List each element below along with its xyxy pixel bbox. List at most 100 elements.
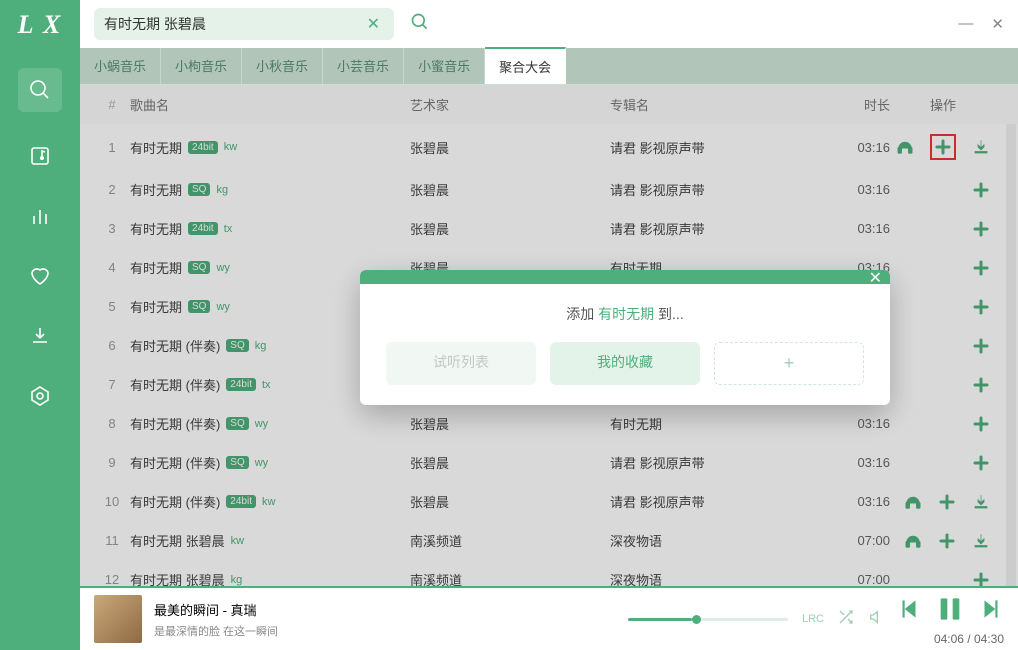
source-tabs: 小蜗音乐小枸音乐小秋音乐小芸音乐小蜜音乐聚合大会 (80, 48, 1018, 85)
volume-icon[interactable] (868, 609, 884, 630)
add-icon[interactable] (972, 337, 990, 355)
tab-5[interactable]: 聚合大会 (485, 47, 566, 84)
album-cover[interactable] (94, 595, 142, 643)
duration: 03:16 (820, 182, 890, 197)
tab-1[interactable]: 小枸音乐 (161, 48, 242, 84)
search-icon[interactable] (404, 12, 436, 37)
row-index: 8 (94, 416, 130, 431)
table-row[interactable]: 1有时无期24bitkw张碧晨请君 影视原声带03:16 (80, 124, 1018, 170)
artist-name: 南溪频道 (410, 531, 610, 550)
col-artist[interactable]: 艺术家 (410, 95, 610, 114)
artist-name: 张碧晨 (410, 492, 610, 511)
table-row[interactable]: 9有时无期 (伴奏)SQwy张碧晨请君 影视原声带03:16 (80, 443, 1018, 482)
table-row[interactable]: 10有时无期 (伴奏)24bitkw张碧晨请君 影视原声带03:16 (80, 482, 1018, 521)
download-icon[interactable] (972, 532, 990, 550)
album-name: 请君 影视原声带 (610, 453, 820, 472)
modal-close-icon[interactable]: ✕ (869, 268, 882, 288)
add-icon[interactable] (972, 220, 990, 238)
album-name: 请君 影视原声带 (610, 180, 820, 199)
nav-favorites[interactable] (24, 260, 56, 292)
tab-4[interactable]: 小蜜音乐 (404, 48, 485, 84)
window-close[interactable]: ✕ (991, 15, 1004, 33)
row-index: 6 (94, 338, 130, 353)
add-icon[interactable] (972, 181, 990, 199)
download-icon[interactable] (972, 138, 990, 156)
add-to-playlist-modal: ✕ 添加 有时无期 到... 试听列表 我的收藏 + (360, 270, 890, 405)
add-icon[interactable] (972, 454, 990, 472)
nav-library[interactable] (24, 140, 56, 172)
song-title: 有时无期24bitkw (130, 138, 410, 157)
tab-2[interactable]: 小秋音乐 (242, 48, 323, 84)
add-icon[interactable] (972, 376, 990, 394)
song-title: 有时无期 张碧晨kg (130, 570, 410, 586)
add-icon[interactable] (938, 532, 956, 550)
add-icon[interactable] (972, 298, 990, 316)
song-title: 有时无期24bittx (130, 219, 410, 238)
album-name: 深夜物语 (610, 570, 820, 586)
add-icon[interactable] (972, 259, 990, 277)
tab-0[interactable]: 小蜗音乐 (80, 48, 161, 84)
modal-btn-trial-list[interactable]: 试听列表 (386, 342, 536, 385)
listen-icon[interactable] (904, 532, 922, 550)
scrollbar[interactable] (1006, 124, 1016, 586)
row-index: 9 (94, 455, 130, 470)
nav-search[interactable] (18, 68, 62, 112)
nav-settings[interactable] (24, 380, 56, 412)
duration: 03:16 (820, 140, 890, 155)
song-title: 有时无期 张碧晨kw (130, 531, 410, 550)
now-playing-title: 最美的瞬间 - 真瑞 (154, 600, 278, 619)
search-input[interactable] (104, 16, 363, 32)
modal-btn-favorites[interactable]: 我的收藏 (550, 342, 700, 385)
listen-icon[interactable] (904, 493, 922, 511)
col-song[interactable]: 歌曲名 (130, 95, 410, 114)
artist-name: 张碧晨 (410, 453, 610, 472)
row-index: 12 (94, 572, 130, 586)
nav-downloads[interactable] (24, 320, 56, 352)
modal-btn-new-list[interactable]: + (714, 342, 864, 385)
player-bar: 最美的瞬间 - 真瑞 是最深情的脸 在这一瞬间 LRC 04:06 / 04:3… (80, 586, 1018, 650)
listen-icon[interactable] (896, 138, 914, 156)
lyrics-icon[interactable]: LRC (802, 613, 824, 625)
col-index: # (94, 97, 130, 112)
row-index: 10 (94, 494, 130, 509)
row-index: 11 (94, 533, 130, 548)
row-index: 1 (94, 140, 130, 155)
prev-button[interactable] (896, 596, 922, 627)
shuffle-icon[interactable] (838, 609, 854, 630)
nav-charts[interactable] (24, 200, 56, 232)
play-time: 04:06 / 04:30 (934, 632, 1004, 646)
clear-search-icon[interactable]: ✕ (363, 14, 384, 34)
song-title: 有时无期 (伴奏)SQwy (130, 414, 410, 433)
now-playing-lyric: 是最深情的脸 在这一瞬间 (154, 623, 278, 639)
window-minimize[interactable]: — (958, 15, 973, 33)
col-duration[interactable]: 时长 (820, 95, 890, 114)
artist-name: 张碧晨 (410, 414, 610, 433)
duration: 07:00 (820, 533, 890, 548)
table-row[interactable]: 2有时无期SQkg张碧晨请君 影视原声带03:16 (80, 170, 1018, 209)
table-row[interactable]: 3有时无期24bittx张碧晨请君 影视原声带03:16 (80, 209, 1018, 248)
row-index: 2 (94, 182, 130, 197)
play-pause-button[interactable] (934, 593, 966, 630)
table-row[interactable]: 11有时无期 张碧晨kw南溪频道深夜物语07:00 (80, 521, 1018, 560)
search-box[interactable]: ✕ (94, 8, 394, 40)
album-name: 请君 影视原声带 (610, 138, 820, 157)
row-index: 4 (94, 260, 130, 275)
song-title: 有时无期 (伴奏)24bitkw (130, 492, 410, 511)
next-button[interactable] (978, 596, 1004, 627)
duration: 03:16 (820, 221, 890, 236)
progress-bar[interactable] (628, 618, 788, 621)
add-icon[interactable] (930, 134, 956, 160)
table-header: # 歌曲名 艺术家 专辑名 时长 操作 (80, 85, 1018, 124)
table-row[interactable]: 8有时无期 (伴奏)SQwy张碧晨有时无期03:16 (80, 404, 1018, 443)
add-icon[interactable] (972, 415, 990, 433)
table-row[interactable]: 12有时无期 张碧晨kg南溪频道深夜物语07:00 (80, 560, 1018, 586)
add-icon[interactable] (972, 571, 990, 587)
artist-name: 张碧晨 (410, 219, 610, 238)
sidebar: L X (0, 0, 80, 650)
download-icon[interactable] (972, 493, 990, 511)
add-icon[interactable] (938, 493, 956, 511)
tab-3[interactable]: 小芸音乐 (323, 48, 404, 84)
col-album[interactable]: 专辑名 (610, 95, 820, 114)
duration: 03:16 (820, 494, 890, 509)
duration: 07:00 (820, 572, 890, 586)
